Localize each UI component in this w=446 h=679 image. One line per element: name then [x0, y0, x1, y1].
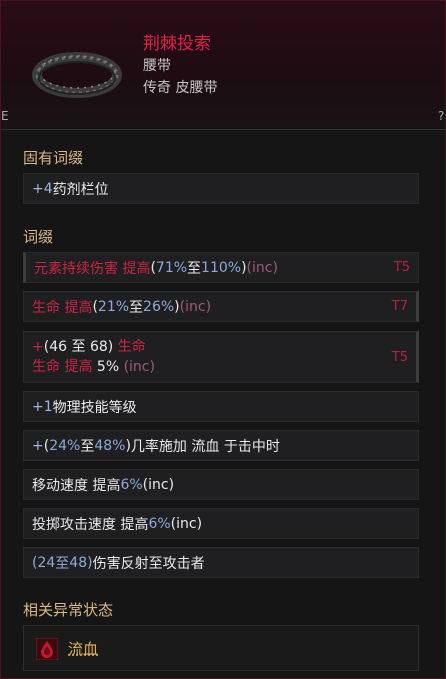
affix-row: 投掷攻击速度 提高 6% (inc) [23, 508, 419, 539]
affix-row: 元素持续伤害 提高 (71% 至 110%) (inc) T5 [23, 252, 419, 283]
bleed-status-link[interactable]: 流血 [68, 638, 98, 659]
item-rarity: 传奇 皮腰带 [143, 80, 218, 96]
item-name: 荆棘投索 [143, 34, 211, 54]
bleed-icon[interactable] [36, 638, 58, 660]
implicit-affix-row: +4 药剂栏位 [23, 173, 419, 204]
affix-row: (24 至 48) 伤害反射至攻击者 [23, 547, 419, 578]
affix-row: +1 物理技能等级 [23, 391, 419, 422]
affix-row: 生命 提高 (21% 至 26%) (inc) T7 [23, 291, 419, 322]
belt-icon [32, 52, 122, 98]
status-section-title: 相关异常状态 [23, 601, 114, 619]
tier-badge: T5 [391, 349, 408, 365]
tier-badge: T7 [391, 299, 408, 314]
tier-badge: T5 [393, 260, 410, 275]
item-type: 腰带 [143, 58, 171, 74]
status-effect-box: 流血 [23, 625, 419, 671]
implicit-section-title: 固有词缀 [23, 149, 84, 167]
affix-row: 移动速度 提高 6% (inc) [23, 469, 419, 500]
edge-char-right: ? [438, 109, 445, 123]
affix-row: +(46 至 68) 生命 生命 提高 5% (inc) T5 [23, 331, 419, 383]
affix-row: +(24% 至 48%) 几率施加 流血 于击中时 [23, 430, 419, 461]
item-tooltip: 荆棘投索 腰带 传奇 皮腰带 E ? 固有词缀 +4 药剂栏位 词缀 元素持续伤… [0, 0, 446, 679]
affix-section-title: 词缀 [23, 228, 54, 246]
edge-char-left: E [1, 109, 9, 123]
item-header: 荆棘投索 腰带 传奇 皮腰带 [1, 1, 445, 130]
